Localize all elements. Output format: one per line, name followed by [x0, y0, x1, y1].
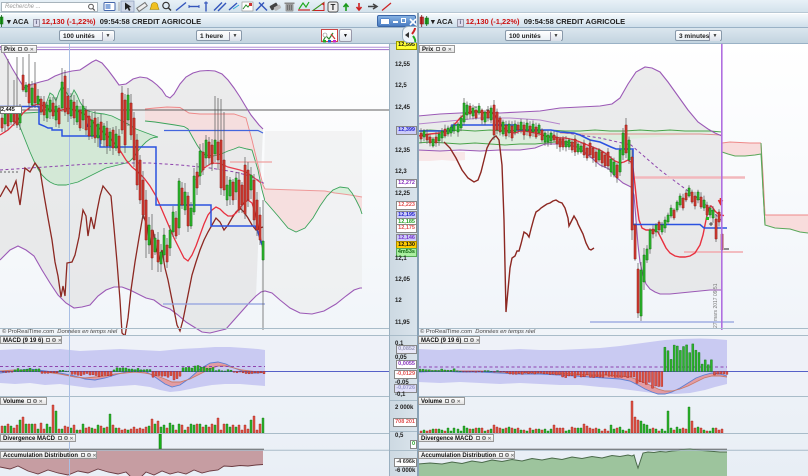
svg-text:T: T [331, 3, 336, 12]
svg-text:27 mars 2017 09:51: 27 mars 2017 09:51 [713, 283, 719, 328]
